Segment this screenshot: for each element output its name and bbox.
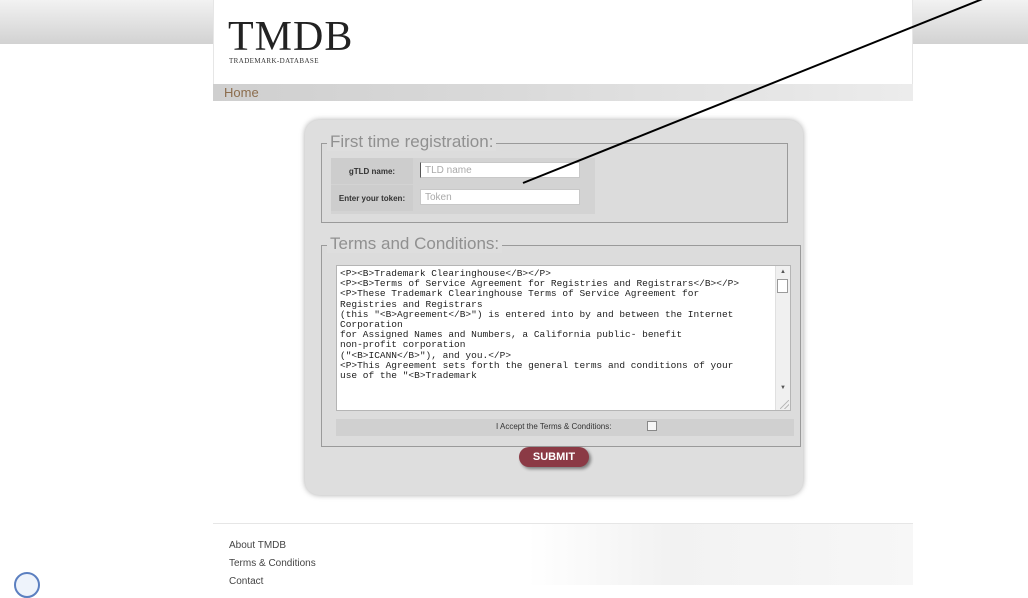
- terms-textarea[interactable]: <P><B>Trademark Clearinghouse</B></P> <P…: [336, 265, 791, 411]
- registration-form-table: gTLD name: Enter your token:: [331, 158, 595, 214]
- token-row: Enter your token:: [331, 185, 595, 211]
- footer-link-about[interactable]: About TMDB: [229, 540, 286, 551]
- logo-subtitle: TRADEMARK-DATABASE: [229, 57, 319, 65]
- accept-terms-checkbox[interactable]: [647, 421, 657, 431]
- terms-text: <P><B>Trademark Clearinghouse</B></P> <P…: [340, 268, 740, 382]
- tld-row: gTLD name:: [331, 158, 595, 184]
- registration-fieldset: First time registration: gTLD name: Ente…: [321, 133, 788, 223]
- registration-legend: First time registration:: [327, 133, 497, 151]
- header-band-right: [913, 0, 1028, 44]
- registration-panel: First time registration: gTLD name: Ente…: [305, 120, 803, 495]
- submit-button[interactable]: SUBMIT: [519, 447, 589, 467]
- scroll-thumb[interactable]: [777, 279, 788, 293]
- terms-scrollbar[interactable]: ▲ ▼: [775, 266, 790, 410]
- resize-grip-icon[interactable]: [780, 400, 789, 409]
- scroll-up-arrow-icon[interactable]: ▲: [776, 266, 790, 278]
- footer-link-terms[interactable]: Terms & Conditions: [229, 558, 316, 569]
- tld-name-input[interactable]: [420, 162, 580, 178]
- terms-fieldset: Terms and Conditions: <P><B>Trademark Cl…: [321, 235, 801, 447]
- footer-link-contact[interactable]: Contact: [229, 576, 263, 587]
- header-band-left: [0, 0, 213, 44]
- token-label: Enter your token:: [331, 185, 413, 211]
- terms-legend: Terms and Conditions:: [327, 235, 503, 253]
- accept-terms-label: I Accept the Terms & Conditions:: [496, 422, 612, 431]
- token-input[interactable]: [420, 189, 580, 205]
- accept-terms-row: I Accept the Terms & Conditions:: [336, 419, 794, 436]
- nav-home-link[interactable]: Home: [224, 85, 259, 100]
- site-header: TMDB TRADEMARK-DATABASE: [213, 0, 913, 84]
- scroll-down-arrow-icon[interactable]: ▼: [776, 382, 790, 394]
- corner-badge-icon: [14, 572, 40, 598]
- logo-title[interactable]: TMDB: [228, 16, 353, 58]
- site-footer: About TMDB Terms & Conditions Contact: [213, 523, 913, 587]
- nav-bar: Home: [213, 84, 913, 101]
- tld-label: gTLD name:: [331, 158, 413, 184]
